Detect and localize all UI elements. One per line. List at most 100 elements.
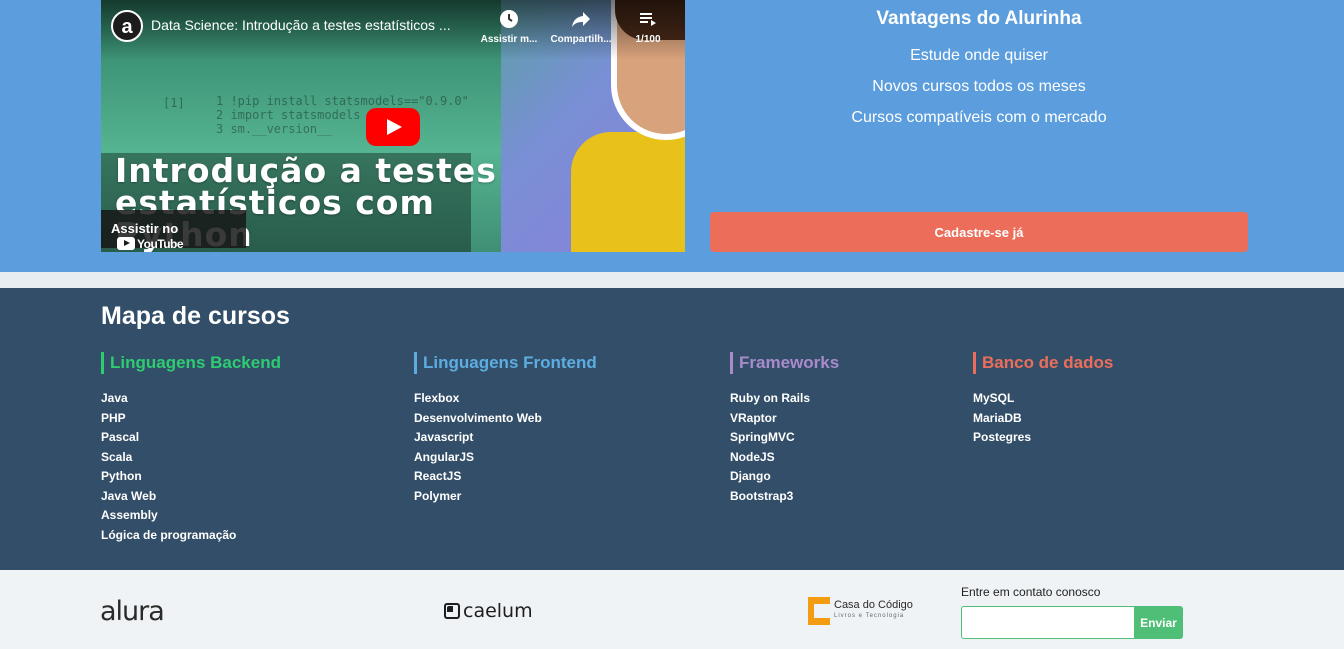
watch-later-button[interactable]: Assistir m... [469,8,549,45]
watch-later-label: Assistir m... [480,34,538,45]
contact-email-input[interactable] [961,606,1135,639]
youtube-logo: YouTube [117,237,184,251]
course-link[interactable]: PHP [101,411,126,425]
course-link[interactable]: Python [101,469,142,483]
course-link[interactable]: Assembly [101,508,158,522]
course-link[interactable]: MariaDB [973,411,1022,425]
list-item: Pascal [101,428,281,448]
code-line: 2 import statsmodels [216,108,361,122]
playlist-count: 1/100 [635,34,661,45]
casa-do-codigo-icon [808,597,830,625]
playlist-icon [640,13,656,26]
course-link[interactable]: VRaptor [730,411,777,425]
hero-section: [1] 1 !pip install statsmodels=="0.9.0" … [0,0,1344,272]
list-item: Python [101,467,281,487]
course-column-frameworks: Frameworks Ruby on Rails VRaptor SpringM… [730,352,839,506]
advantages-panel: Vantagens do Alurinha Estude onde quiser… [710,0,1248,127]
list-item: MariaDB [973,409,1113,429]
advantage-item: Novos cursos todos os meses [872,78,1086,95]
list-item: SpringMVC [730,428,839,448]
list-item: Django [730,467,839,487]
watch-on-label: Assistir no [111,221,179,236]
youtube-video-embed[interactable]: [1] 1 !pip install statsmodels=="0.9.0" … [101,0,685,252]
course-link[interactable]: ReactJS [414,469,461,483]
list-item: Desenvolvimento Web [414,409,597,429]
list-item: Javascript [414,428,597,448]
list-item: Scala [101,448,281,468]
code-cell-label: [1] [163,96,185,110]
share-icon [572,12,590,27]
column-title: Linguagens Backend [101,352,281,374]
list-item: Lógica de programação [101,526,281,546]
list-item: Java [101,389,281,409]
cdc-logo-tagline: Livros e Tecnologia [834,613,905,619]
course-link[interactable]: Lógica de programação [101,528,236,542]
youtube-play-icon [117,237,135,250]
advantage-item: Estude onde quiser [910,47,1048,64]
course-link[interactable]: Java Web [101,489,156,503]
course-link[interactable]: Desenvolvimento Web [414,411,542,425]
channel-logo[interactable]: a [111,10,143,42]
playlist-button[interactable]: 1/100 [627,8,669,45]
cdc-logo-name: Casa do Código [834,599,913,611]
advantages-title: Vantagens do Alurinha [876,8,1082,29]
course-list: MySQL MariaDB Postegres [973,389,1113,448]
list-item: VRaptor [730,409,839,429]
casa-do-codigo-text: Casa do Código Livros e Tecnologia [834,600,913,622]
course-list: Flexbox Desenvolvimento Web Javascript A… [414,389,597,506]
list-item: AngularJS [414,448,597,468]
share-button[interactable]: Compartilh... [548,8,614,45]
course-link[interactable]: Polymer [414,489,461,503]
list-item: Polymer [414,487,597,507]
section-divider [0,272,1344,288]
course-link[interactable]: Flexbox [414,391,459,405]
column-title: Frameworks [730,352,839,374]
caelum-logo-icon [444,603,460,619]
share-label: Compartilh... [550,34,612,45]
course-link[interactable]: SpringMVC [730,430,795,444]
list-item: Assembly [101,506,281,526]
course-column-frontend: Linguagens Frontend Flexbox Desenvolvime… [414,352,597,506]
footer: alura caelum Casa do Código Livros e Tec… [0,570,1344,649]
course-link[interactable]: AngularJS [414,450,474,464]
casa-do-codigo-logo[interactable]: Casa do Código Livros e Tecnologia [808,597,913,625]
course-link[interactable]: Scala [101,450,132,464]
list-item: ReactJS [414,467,597,487]
signup-button[interactable]: Cadastre-se já [710,212,1248,252]
presenter-shirt [571,132,685,252]
course-list: Ruby on Rails VRaptor SpringMVC NodeJS D… [730,389,839,506]
play-button[interactable] [366,108,420,146]
course-link[interactable]: Java [101,391,128,405]
list-item: Flexbox [414,389,597,409]
course-link[interactable]: Pascal [101,430,139,444]
course-link[interactable]: NodeJS [730,450,775,464]
course-list: Java PHP Pascal Scala Python Java Web As… [101,389,281,545]
course-column-databases: Banco de dados MySQL MariaDB Postegres [973,352,1113,448]
send-button[interactable]: Enviar [1134,606,1183,639]
column-title: Banco de dados [973,352,1113,374]
alura-logo[interactable]: alura [100,596,165,627]
course-link[interactable]: Django [730,469,771,483]
list-item: Java Web [101,487,281,507]
clock-icon [500,10,518,28]
list-item: PHP [101,409,281,429]
contact-label: Entre em contato conosco [961,585,1101,599]
course-link[interactable]: MySQL [973,391,1014,405]
course-link[interactable]: Ruby on Rails [730,391,810,405]
code-line: 1 !pip install statsmodels=="0.9.0" [216,94,469,108]
caelum-logo-text: caelum [463,600,533,622]
caelum-logo[interactable]: caelum [444,600,533,622]
list-item: MySQL [973,389,1113,409]
watch-on-youtube-button[interactable]: Assistir no YouTube [101,210,246,251]
course-link[interactable]: Javascript [414,430,473,444]
course-link[interactable]: Postegres [973,430,1031,444]
course-map-title: Mapa de cursos [101,302,290,330]
advantage-item: Cursos compatíveis com o mercado [851,109,1107,126]
youtube-logo-text: YouTube [137,237,184,251]
video-title[interactable]: Data Science: Introdução a testes estatí… [151,17,471,33]
list-item: NodeJS [730,448,839,468]
course-link[interactable]: Bootstrap3 [730,489,793,503]
course-column-backend: Linguagens Backend Java PHP Pascal Scala… [101,352,281,545]
list-item: Bootstrap3 [730,487,839,507]
list-item: Ruby on Rails [730,389,839,409]
